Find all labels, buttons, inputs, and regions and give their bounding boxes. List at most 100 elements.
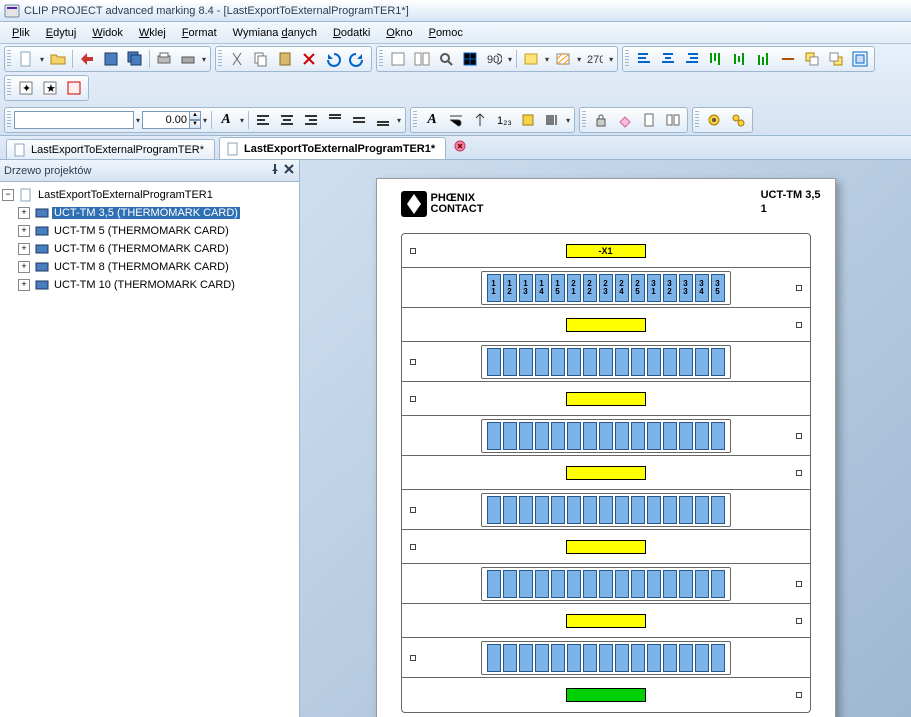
font-style-button[interactable]: A [215, 109, 237, 131]
view-single-button[interactable] [638, 109, 660, 131]
open-folder-button[interactable] [47, 48, 69, 70]
terminal[interactable] [583, 348, 597, 376]
terminal[interactable] [519, 570, 533, 598]
terminal[interactable] [615, 570, 629, 598]
terminal[interactable] [695, 644, 709, 672]
tree-item-4[interactable]: +UCT-TM 10 (THERMOMARK CARD) [2, 276, 297, 294]
menu-pomoc[interactable]: Pomoc [421, 25, 471, 41]
terminal[interactable] [615, 348, 629, 376]
size-up[interactable]: ▲ [189, 111, 201, 120]
terminal[interactable] [599, 422, 613, 450]
terminal[interactable] [551, 570, 565, 598]
terminal[interactable] [663, 422, 677, 450]
terminal[interactable]: 31 [647, 274, 661, 302]
shape-button[interactable] [517, 109, 539, 131]
group-mark-button[interactable] [849, 48, 871, 70]
menu-dodatki[interactable]: Dodatki [325, 25, 378, 41]
tree-expand[interactable]: + [18, 261, 30, 273]
terminal[interactable]: 35 [711, 274, 725, 302]
terminal[interactable] [583, 496, 597, 524]
align-right-button[interactable] [681, 48, 703, 70]
terminal[interactable] [551, 644, 565, 672]
terminal[interactable] [583, 644, 597, 672]
align-bottom-button[interactable] [753, 48, 775, 70]
terminal[interactable] [695, 570, 709, 598]
settings-gear-button[interactable] [703, 109, 725, 131]
zoom-button[interactable] [435, 48, 457, 70]
tree-collapse-root[interactable]: − [2, 189, 14, 201]
terminal[interactable] [567, 422, 581, 450]
terminal[interactable] [599, 644, 613, 672]
align-middle-v-button[interactable] [729, 48, 751, 70]
highlight-dropdown[interactable]: ▾ [545, 55, 549, 64]
terminal[interactable] [567, 570, 581, 598]
size-down[interactable]: ▼ [189, 120, 201, 129]
print-dropdown[interactable]: ▾ [202, 55, 206, 64]
text-align-top-button[interactable] [324, 109, 346, 131]
font-size-combo[interactable]: ▲▼ ▾ [142, 111, 209, 129]
tree-expand[interactable]: + [18, 207, 30, 219]
terminal[interactable]: 15 [551, 274, 565, 302]
view-multi-button[interactable] [662, 109, 684, 131]
terminal[interactable]: 12 [503, 274, 517, 302]
font-family-combo[interactable]: ▾ [14, 111, 142, 129]
tab-0[interactable]: LastExportToExternalProgramTER* [6, 139, 215, 159]
menu-wymiana-danych[interactable]: Wymiana danych [225, 25, 325, 41]
terminal[interactable] [519, 644, 533, 672]
terminal[interactable] [631, 348, 645, 376]
hatch-button[interactable] [552, 48, 574, 70]
terminal[interactable] [583, 422, 597, 450]
terminal[interactable] [679, 644, 693, 672]
terminal[interactable] [599, 570, 613, 598]
font-family-input[interactable] [14, 111, 134, 129]
tree-root-label[interactable]: LastExportToExternalProgramTER1 [36, 189, 215, 201]
tree-item-3[interactable]: +UCT-TM 8 (THERMOMARK CARD) [2, 258, 297, 276]
plugin-1-button[interactable]: ✦ [15, 77, 37, 99]
terminal[interactable] [599, 348, 613, 376]
tab-1[interactable]: LastExportToExternalProgramTER1* [219, 137, 446, 159]
menu-plik[interactable]: Plik [4, 25, 38, 41]
barcode-button[interactable] [541, 109, 563, 131]
save-all-button[interactable] [124, 48, 146, 70]
eraser-button[interactable] [614, 109, 636, 131]
terminal[interactable] [535, 348, 549, 376]
tree-expand[interactable]: + [18, 279, 30, 291]
terminal[interactable] [647, 570, 661, 598]
terminal[interactable] [711, 496, 725, 524]
project-tree[interactable]: − LastExportToExternalProgramTER1 +UCT-T… [0, 182, 299, 298]
terminal[interactable] [711, 570, 725, 598]
terminal[interactable]: 32 [663, 274, 677, 302]
direction-button[interactable] [469, 109, 491, 131]
terminal[interactable] [487, 496, 501, 524]
align-center-h-button[interactable] [657, 48, 679, 70]
terminal[interactable] [519, 496, 533, 524]
terminal[interactable]: 34 [695, 274, 709, 302]
terminal[interactable] [583, 570, 597, 598]
terminal[interactable] [663, 570, 677, 598]
terminal[interactable] [695, 348, 709, 376]
terminal[interactable] [551, 348, 565, 376]
terminal[interactable] [631, 496, 645, 524]
text-align-bottom-button[interactable] [372, 109, 394, 131]
terminal[interactable] [503, 496, 517, 524]
font-style-dropdown[interactable]: ▾ [240, 116, 244, 125]
rotate-90-button[interactable]: 90 [483, 48, 505, 70]
print-preview-button[interactable] [153, 48, 175, 70]
terminal[interactable] [487, 422, 501, 450]
distribute-h-button[interactable] [777, 48, 799, 70]
barcode-dropdown[interactable]: ▾ [566, 116, 570, 125]
tree-item-2[interactable]: +UCT-TM 6 (THERMOMARK CARD) [2, 240, 297, 258]
hatch-dropdown[interactable]: ▾ [577, 55, 581, 64]
terminal[interactable]: 21 [567, 274, 581, 302]
lock-button[interactable] [590, 109, 612, 131]
terminal[interactable]: 22 [583, 274, 597, 302]
terminal[interactable]: 13 [519, 274, 533, 302]
terminal[interactable] [551, 422, 565, 450]
terminal[interactable] [615, 496, 629, 524]
print-button[interactable] [177, 48, 199, 70]
terminal[interactable] [663, 348, 677, 376]
terminal[interactable] [535, 644, 549, 672]
terminal[interactable] [711, 348, 725, 376]
rotate-270-dropdown[interactable]: ▾ [609, 55, 613, 64]
menu-format[interactable]: Format [174, 25, 225, 41]
